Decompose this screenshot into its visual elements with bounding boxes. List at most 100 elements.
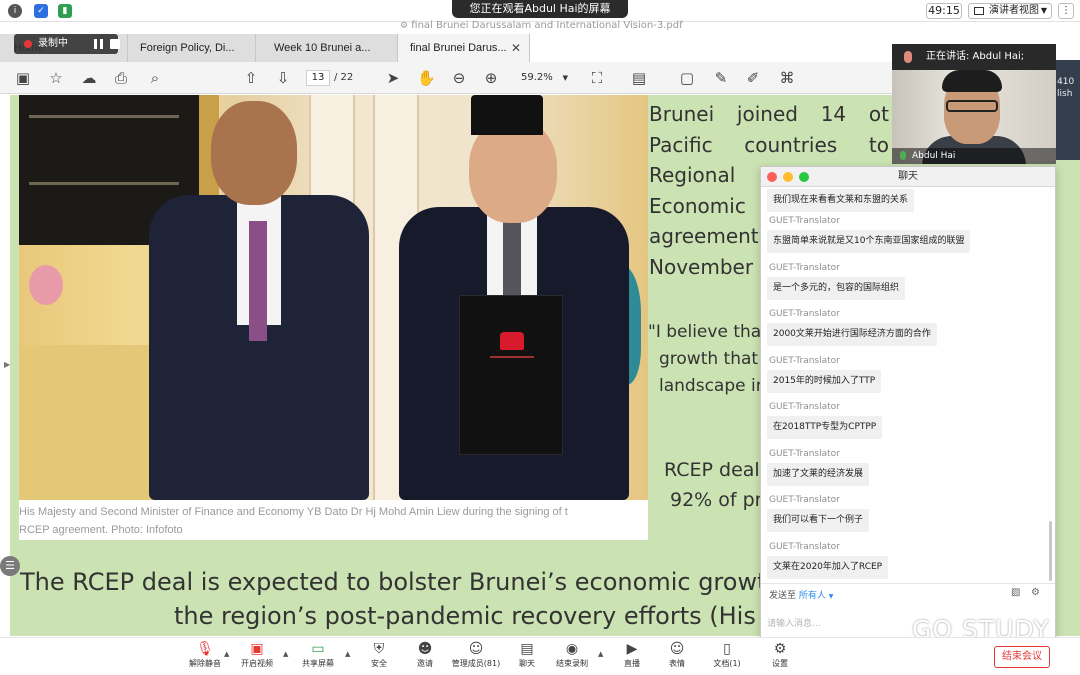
draw-icon[interactable]: ✐ (744, 69, 762, 87)
zoom-level: 59.2% (521, 72, 553, 83)
minimize-window-icon[interactable] (783, 172, 793, 182)
sidebar-expand-icon[interactable]: ▶ (4, 360, 10, 369)
more-options-icon[interactable]: ⚙ (1031, 588, 1043, 598)
print-icon[interactable]: ⎙ (112, 69, 130, 87)
chat-title: 聊天 (898, 171, 918, 182)
background-window-strip: 410 lish (1056, 60, 1080, 160)
video-off-icon: ▣ (250, 641, 264, 657)
thumbnail-list-icon[interactable]: ☰ (0, 556, 20, 576)
rcep-bolster-paragraph: The RCEP deal is expected to bolster Bru… (20, 565, 784, 633)
mic-on-icon (900, 151, 906, 160)
gear-icon: ⚙ (773, 641, 787, 657)
previous-page-icon[interactable]: ⇧ (242, 69, 260, 87)
chat-title-bar[interactable]: 聊天 (761, 167, 1055, 187)
next-page-icon[interactable]: ⇩ (274, 69, 292, 87)
maximize-window-icon[interactable] (799, 172, 809, 182)
speaker-glasses (946, 100, 998, 112)
upload-cloud-icon[interactable]: ☁ (80, 69, 98, 87)
text-line: RCEP deal (664, 459, 760, 481)
zoom-level-select[interactable]: 59.2% ▼ (514, 70, 570, 86)
message-text: 加速了文莱的经济发展 (767, 463, 870, 486)
more-options-button[interactable]: ⋮ (1058, 3, 1074, 19)
page-number-input[interactable]: 13 (306, 70, 330, 86)
share-options-arrow-icon[interactable]: ▲ (345, 650, 350, 658)
zoom-out-icon[interactable]: ⊖ (450, 69, 468, 87)
control-label: 共享屏幕 (302, 659, 334, 668)
participants-icon: ☺ (468, 641, 484, 657)
stop-recording-button[interactable]: ◉ 结束录制 (545, 640, 599, 674)
invite-icon: ☻ (417, 641, 433, 657)
tab-label: Week 10 Brunei a... (274, 42, 371, 54)
speaking-indicator: 正在讲话: Abdul Hai; (892, 44, 1056, 70)
pause-recording-icon[interactable] (94, 39, 103, 49)
chat-icon: ▤ (520, 641, 534, 657)
image-upload-icon[interactable]: ▨ (1011, 588, 1023, 598)
message-sender: GUET-Translator (769, 495, 840, 505)
message-sender: GUET-Translator (769, 216, 840, 226)
view-mode-button[interactable]: 演讲者视图 ▼ (968, 3, 1052, 19)
tab-foreign-policy[interactable]: Foreign Policy, Di... (128, 34, 256, 62)
select-cursor-icon[interactable]: ➤ (384, 69, 402, 87)
control-label: 表情 (669, 659, 685, 668)
scroll-mode-icon[interactable]: ▤ (630, 69, 648, 87)
message-text: 我们可以看下一个例子 (767, 509, 870, 532)
strip-text: lish (1057, 89, 1073, 99)
documents-button[interactable]: ▯ 文档(1) (700, 640, 754, 674)
message-text: 在2018TTP专型为CPTPP (767, 416, 883, 439)
tab-week-10[interactable]: Week 10 Brunei a... (262, 34, 398, 62)
bookmark-star-icon[interactable]: ☆ (47, 69, 65, 87)
message-text: 我们现在来看看文莱和东盟的关系 (767, 189, 915, 212)
comment-icon[interactable]: ▢ (678, 69, 696, 87)
signal-bars-icon[interactable]: ▮ (58, 4, 72, 18)
photo-caption: His Majesty and Second Minister of Finan… (19, 500, 648, 540)
speaker-video[interactable]: 正在讲话: Abdul Hai; Abdul Hai (892, 44, 1056, 164)
chat-message: GUET-Translator 是一个多元的，包容的国际组织 (767, 261, 906, 300)
chat-message: GUET-Translator 加速了文莱的经济发展 (767, 447, 870, 486)
send-to-selector[interactable]: 发送至 所有人 ▼ (769, 588, 833, 601)
participants-button[interactable]: ☺ 管理成员(81) (449, 640, 503, 674)
caption-line: His Majesty and Second Minister of Finan… (19, 506, 568, 518)
end-meeting-button[interactable]: 结束会议 (994, 646, 1050, 668)
settings-button[interactable]: ⚙ 设置 (753, 640, 807, 674)
crest-underline (490, 356, 534, 358)
message-text: 2000文莱开始进行国际经济方面的合作 (767, 323, 937, 346)
speaker-name-tag: Abdul Hai (892, 148, 1056, 164)
invite-button[interactable]: ☻ 邀请 (398, 640, 452, 674)
save-icon[interactable]: ▣ (14, 69, 32, 87)
signing-ceremony-photo (19, 95, 648, 500)
video-options-arrow-icon[interactable]: ▲ (283, 650, 288, 658)
chat-scrollbar[interactable] (1049, 521, 1052, 581)
control-label: 结束录制 (556, 659, 588, 668)
tab-final-brunei[interactable]: final Brunei Darus... ✕ (398, 34, 530, 62)
security-shield-icon[interactable]: ✓ (34, 4, 48, 18)
close-window-icon[interactable] (767, 172, 777, 182)
message-sender: GUET-Translator (769, 449, 840, 459)
rcep-paragraph: RCEP deal 92% of pr (664, 455, 763, 515)
share-screen-icon: ▭ (311, 641, 325, 657)
close-tab-icon[interactable]: ✕ (511, 34, 521, 62)
speaking-label: 正在讲话: Abdul Hai; (926, 51, 1025, 62)
emoji-icon: ☺ (669, 641, 685, 657)
stamp-tag-icon[interactable]: ⌘ (778, 69, 796, 87)
share-screen-button[interactable]: ▭ 共享屏幕 (291, 640, 345, 674)
message-sender: GUET-Translator (769, 402, 840, 412)
control-label: 设置 (772, 659, 788, 668)
record-options-arrow-icon[interactable]: ▲ (598, 650, 603, 658)
highlight-pen-icon[interactable]: ✎ (712, 69, 730, 87)
audio-options-arrow-icon[interactable]: ▲ (224, 650, 229, 658)
tab-label: final Brunei Darus... (410, 42, 507, 54)
strip-text: 410 (1057, 77, 1075, 87)
songkok-hat (471, 95, 543, 135)
chat-message: GUET-Translator 2015年的时候加入了TTP (767, 354, 882, 393)
start-video-button[interactable]: ▣ 开启视频 (230, 640, 284, 674)
info-icon[interactable]: i (8, 4, 22, 18)
gold-cabinet (19, 345, 169, 500)
message-sender: GUET-Translator (769, 263, 840, 273)
search-icon[interactable]: ⌕ (146, 69, 164, 87)
zoom-in-icon[interactable]: ⊕ (482, 69, 500, 87)
chat-message-list[interactable]: 我们现在来看看文莱和东盟的关系 GUET-Translator 东盟简单来说就是… (761, 187, 1055, 583)
reactions-button[interactable]: ☺ 表情 (650, 640, 704, 674)
stop-recording-icon[interactable] (110, 39, 120, 49)
fit-page-icon[interactable]: ⛶ (588, 69, 606, 87)
hand-tool-icon[interactable]: ✋ (417, 69, 436, 87)
